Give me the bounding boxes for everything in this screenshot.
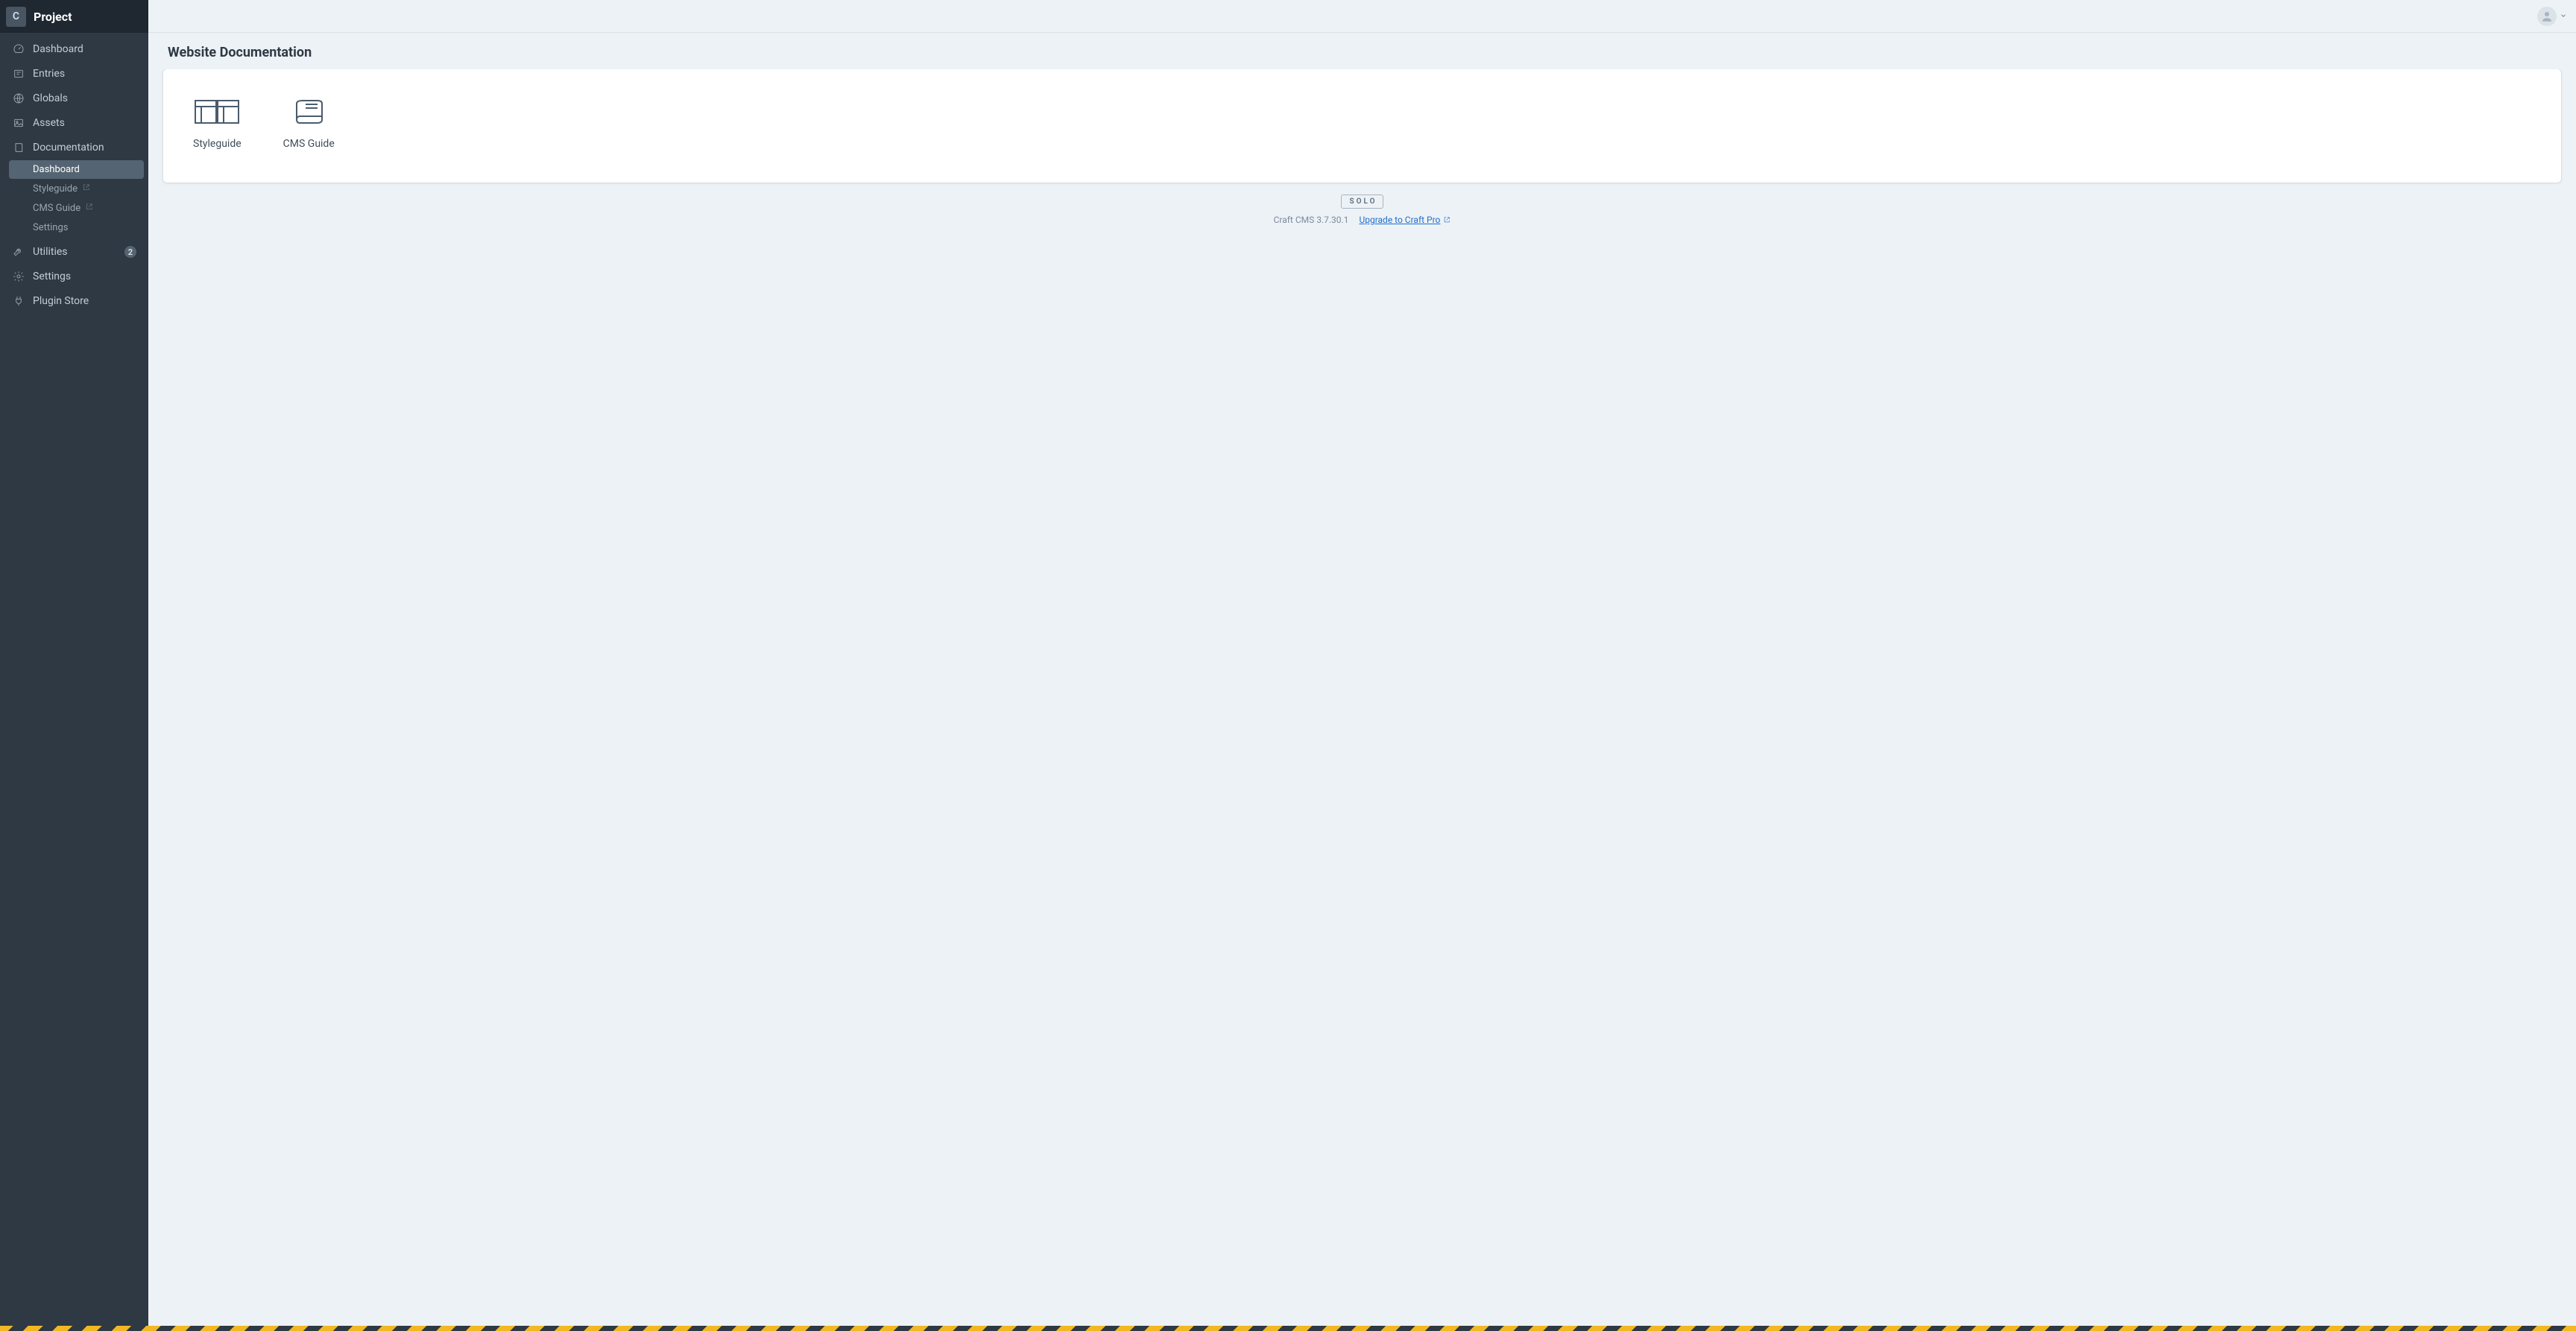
sidebar-subitem-styleguide[interactable]: Styleguide: [9, 180, 144, 198]
project-title: Project: [34, 10, 72, 24]
sidebar-item-label: Globals: [33, 92, 68, 104]
sidebar-subitem-label: Settings: [33, 222, 68, 233]
page-header: Website Documentation: [148, 33, 2576, 69]
globe-icon: [12, 92, 25, 105]
sidebar-item-label: Assets: [33, 117, 65, 129]
gauge-icon: [12, 42, 25, 56]
sidebar-item-dashboard[interactable]: Dashboard: [4, 37, 144, 61]
footer-line: Craft CMS 3.7.30.1 Upgrade to Craft Pro: [163, 215, 2561, 225]
sidebar: C Project Dashboard Entries Globals: [0, 0, 148, 1331]
wrench-icon: [12, 245, 25, 259]
sidebar-item-label: Documentation: [33, 142, 104, 154]
footer: SOLO Craft CMS 3.7.30.1 Upgrade to Craft…: [163, 183, 2561, 233]
project-logo: C: [6, 7, 26, 27]
sidebar-sub-documentation: Dashboard Styleguide CMS Guide Settings: [4, 160, 144, 237]
main: Website Documentation Styleguide: [148, 0, 2576, 1331]
plug-icon: [12, 294, 25, 308]
image-icon: [12, 116, 25, 130]
sidebar-item-label: Plugin Store: [33, 295, 89, 307]
book-icon: [12, 141, 25, 154]
avatar: [2537, 7, 2557, 26]
sidebar-item-label: Dashboard: [33, 43, 83, 55]
utilities-badge: 2: [124, 246, 136, 258]
card-label: CMS Guide: [283, 138, 335, 150]
upgrade-link-label: Upgrade to Craft Pro: [1359, 215, 1440, 225]
dev-mode-stripe: [0, 1326, 2576, 1331]
sidebar-subitem-cms-guide[interactable]: CMS Guide: [9, 199, 144, 218]
sidebar-item-label: Utilities: [33, 246, 68, 258]
upgrade-link[interactable]: Upgrade to Craft Pro: [1359, 215, 1450, 225]
sidebar-item-documentation[interactable]: Documentation: [4, 136, 144, 159]
edition-badge[interactable]: SOLO: [1341, 195, 1384, 209]
sidebar-subitem-settings[interactable]: Settings: [9, 218, 144, 237]
card-cms-guide[interactable]: CMS Guide: [283, 99, 335, 150]
user-menu[interactable]: [2537, 7, 2567, 26]
external-link-icon: [85, 203, 93, 214]
sidebar-item-utilities[interactable]: Utilities 2: [4, 240, 144, 264]
open-book-icon: [285, 99, 332, 124]
sidebar-item-settings[interactable]: Settings: [4, 265, 144, 288]
gear-icon: [12, 270, 25, 283]
sidebar-item-plugin-store[interactable]: Plugin Store: [4, 289, 144, 313]
sidebar-subitem-label: Dashboard: [33, 164, 80, 175]
sidebar-subitem-label: Styleguide: [33, 183, 78, 195]
newspaper-icon: [12, 67, 25, 80]
sidebar-item-globals[interactable]: Globals: [4, 86, 144, 110]
layout-icon: [193, 99, 241, 124]
content: Styleguide CMS Guide SOLO: [148, 69, 2576, 1331]
chevron-down-icon: [2560, 10, 2567, 22]
sidebar-subitem-dashboard[interactable]: Dashboard: [9, 160, 144, 179]
card-row: Styleguide CMS Guide: [193, 99, 2531, 150]
page-title: Website Documentation: [168, 45, 2557, 60]
sidebar-item-assets[interactable]: Assets: [4, 111, 144, 135]
panel: Styleguide CMS Guide: [163, 69, 2561, 183]
card-styleguide[interactable]: Styleguide: [193, 99, 242, 150]
sidebar-item-label: Settings: [33, 271, 71, 282]
external-link-icon: [82, 183, 90, 195]
nav: Dashboard Entries Globals Assets Documen: [0, 33, 148, 1331]
sidebar-subitem-label: CMS Guide: [33, 203, 80, 214]
version-text: Craft CMS 3.7.30.1: [1274, 215, 1349, 225]
topbar: [148, 0, 2576, 33]
logo-letter: C: [13, 10, 19, 22]
sidebar-item-entries[interactable]: Entries: [4, 62, 144, 86]
card-label: Styleguide: [193, 138, 242, 150]
external-link-icon: [1443, 216, 1450, 224]
sidebar-header[interactable]: C Project: [0, 0, 148, 33]
sidebar-item-label: Entries: [33, 68, 65, 80]
